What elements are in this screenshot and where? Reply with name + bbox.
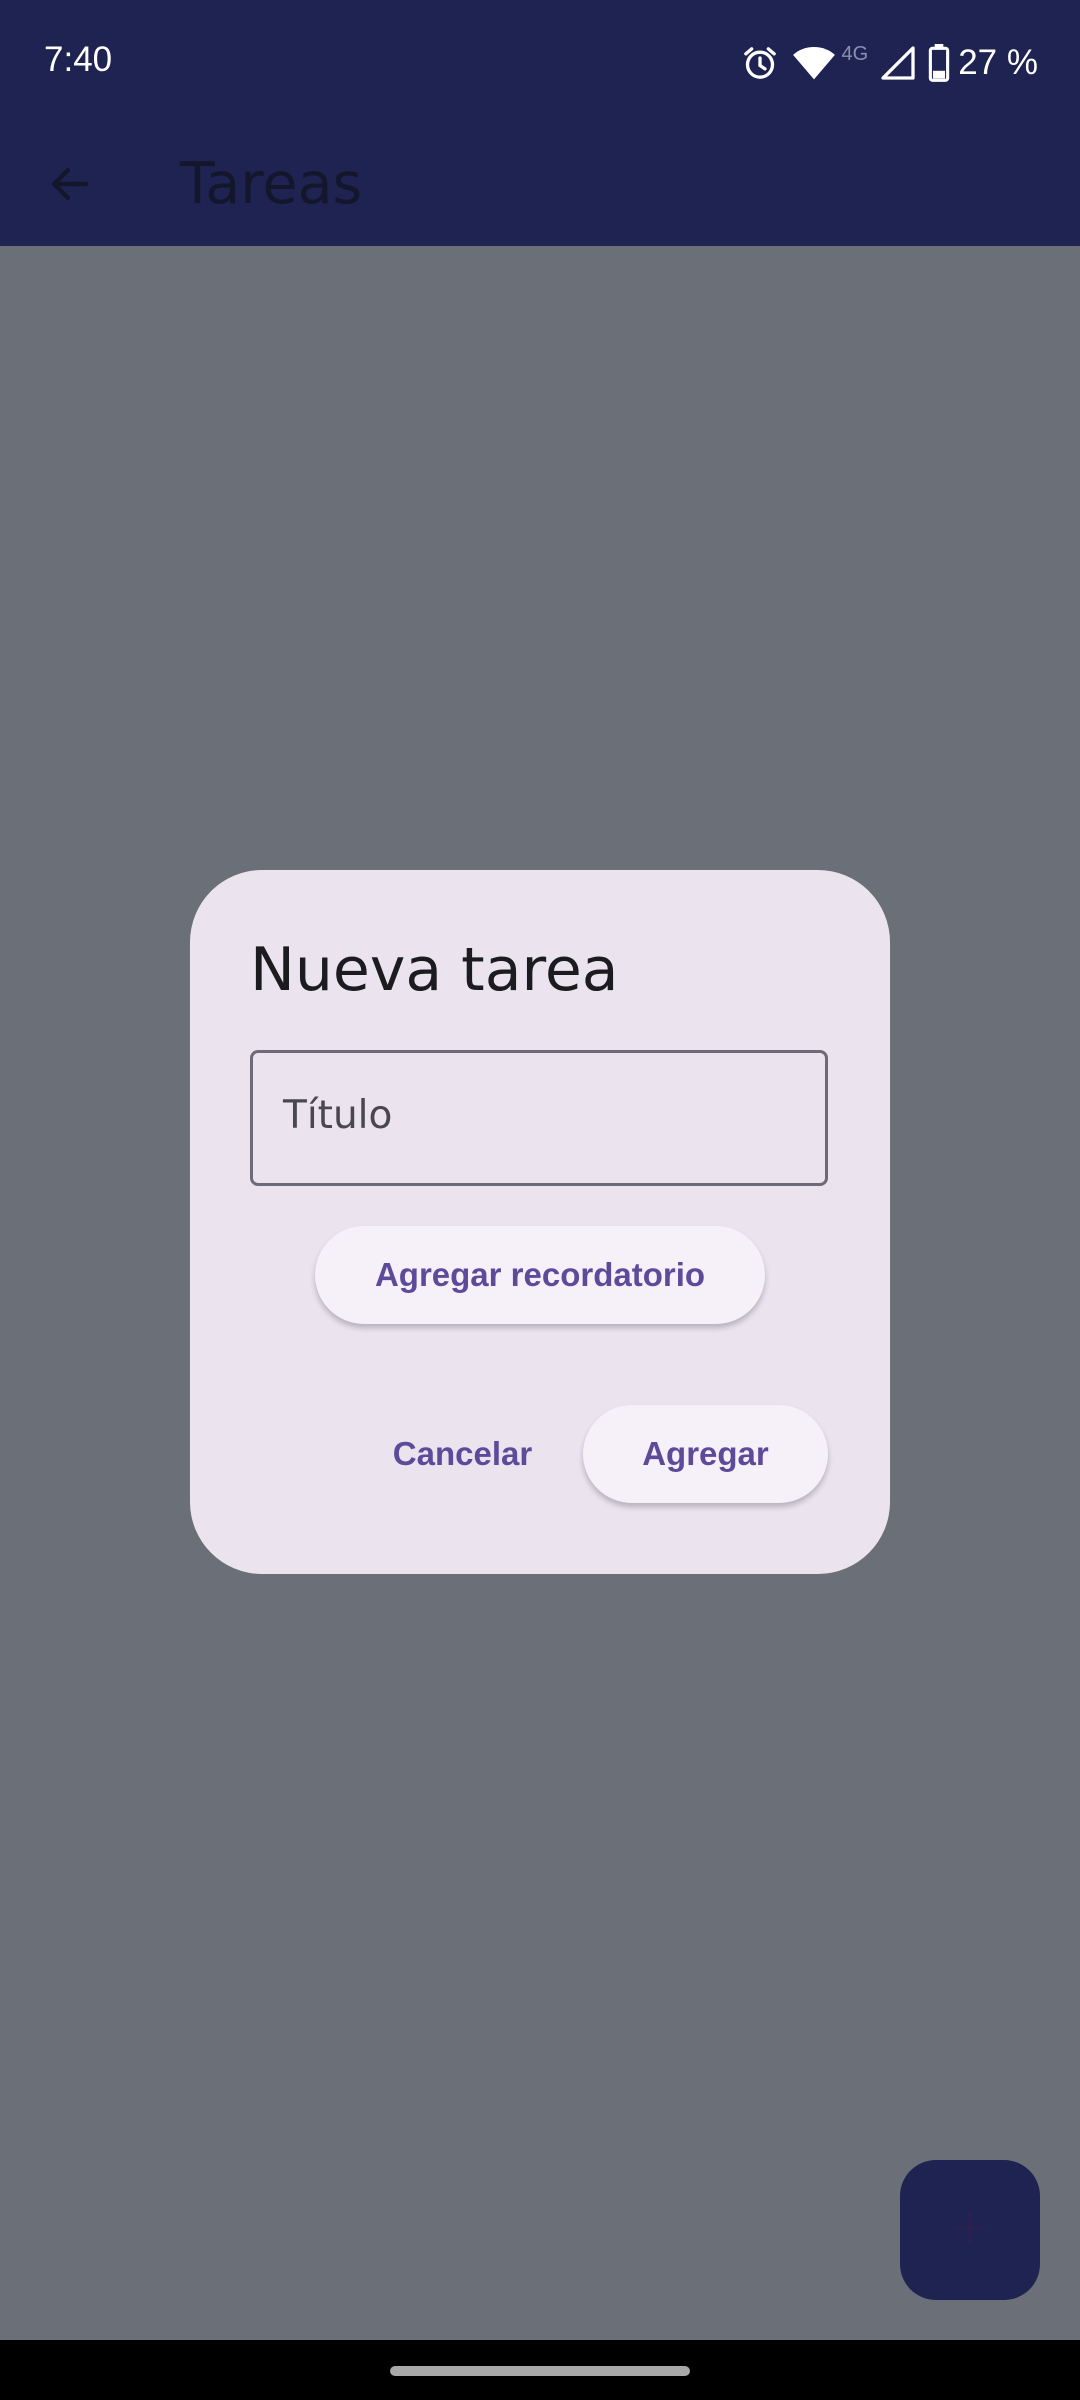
- cancel-button[interactable]: Cancelar: [380, 1405, 545, 1503]
- screen: 7:40 4G 27 % Tareas Nueva tarea Título A…: [0, 0, 1080, 2400]
- arrow-back-icon: [46, 160, 94, 212]
- new-task-dialog: Nueva tarea Título Agregar recordatorio …: [190, 870, 890, 1574]
- battery-icon: [928, 44, 950, 82]
- network-type-label: 4G: [841, 42, 869, 65]
- alarm-icon: [740, 43, 780, 83]
- title-input-label: Título: [283, 1093, 393, 1138]
- status-time: 7:40: [44, 40, 113, 79]
- cell-signal-icon: [880, 44, 916, 82]
- dialog-title: Nueva tarea: [250, 935, 619, 1005]
- back-button[interactable]: [30, 146, 110, 226]
- app-title: Tareas: [180, 151, 363, 217]
- status-bar: 7:40 4G 27 %: [0, 0, 1080, 126]
- title-input[interactable]: Título: [250, 1050, 828, 1186]
- app-bar: Tareas: [0, 126, 1080, 246]
- home-gesture-handle[interactable]: [390, 2366, 690, 2376]
- status-icons: 4G 27 %: [740, 38, 1038, 88]
- add-reminder-button[interactable]: Agregar recordatorio: [315, 1226, 765, 1324]
- navigation-bar: [0, 2340, 1080, 2400]
- wifi-icon: [792, 43, 836, 83]
- battery-percent: 27 %: [958, 43, 1038, 82]
- add-button[interactable]: Agregar: [583, 1405, 828, 1503]
- add-task-fab[interactable]: [900, 2160, 1040, 2300]
- plus-icon: [948, 2206, 992, 2254]
